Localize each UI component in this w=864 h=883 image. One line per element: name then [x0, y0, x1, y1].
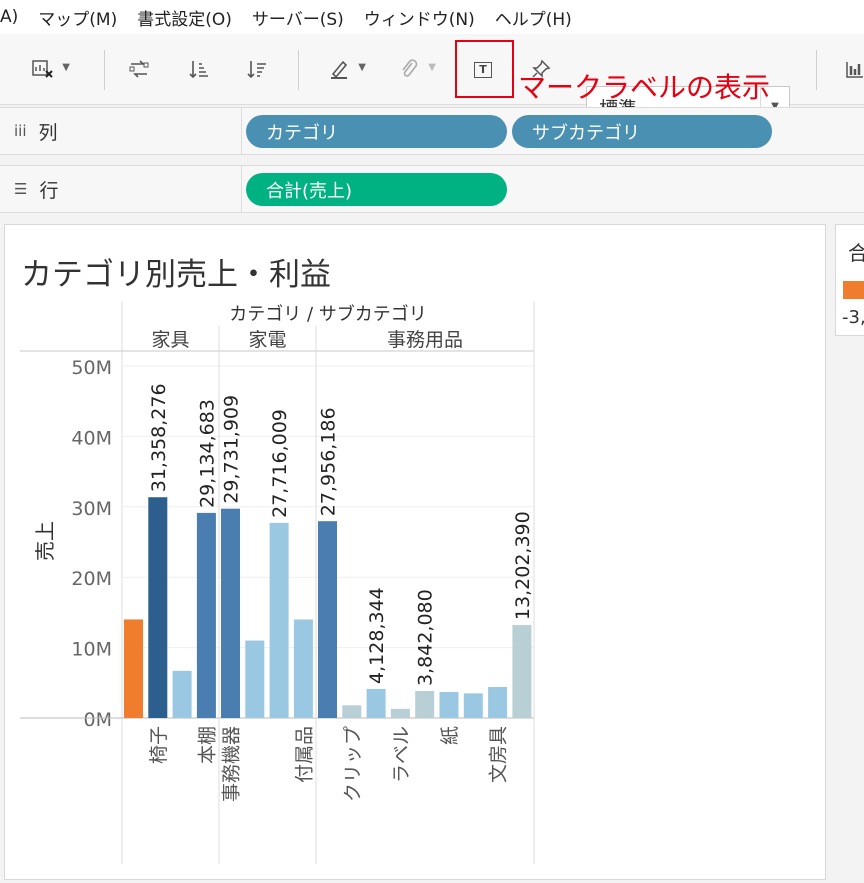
legend-title: 合: [848, 241, 864, 265]
swap-icon: [129, 60, 149, 78]
rows-icon: ☰: [14, 180, 28, 198]
columns-shelf-label: 列: [38, 121, 58, 144]
menu-item-map[interactable]: マップ(M): [28, 5, 127, 30]
pill-sum-sales[interactable]: 合計(売上): [246, 173, 507, 206]
clear-sheet-button[interactable]: ▼: [30, 56, 70, 82]
paperclip-icon: [402, 59, 418, 77]
menu-item-server[interactable]: サーバー(S): [242, 5, 354, 30]
sort-ascending-button[interactable]: [186, 56, 212, 82]
sort-descending-icon: [247, 61, 266, 79]
chevron-down-icon[interactable]: ▼: [62, 62, 70, 73]
menu-bar: A) マップ(M) 書式設定(O) サーバー(S) ウィンドウ(N) ヘルプ(H…: [0, 0, 864, 34]
color-legend: 合 -3,: [835, 224, 864, 336]
swap-rows-columns-button[interactable]: [126, 56, 152, 82]
show-mark-labels-button[interactable]: T: [474, 62, 492, 78]
text-label-icon: T: [479, 63, 487, 76]
bar-chart-icon: [846, 62, 863, 78]
sort-descending-button[interactable]: [244, 56, 270, 82]
viz-title: カテゴリ別売上・利益: [21, 257, 331, 293]
menu-item-analysis[interactable]: A): [0, 7, 28, 27]
highlight-button[interactable]: ▼: [326, 56, 366, 82]
pill-category[interactable]: カテゴリ: [246, 115, 507, 148]
toolbar-divider: [816, 50, 817, 90]
pill-subcategory[interactable]: サブカテゴリ: [512, 115, 772, 148]
columns-shelf: iii 列 カテゴリ サブカテゴリ: [0, 107, 864, 155]
menu-item-format[interactable]: 書式設定(O): [127, 5, 242, 30]
rows-shelf: ☰ 行 合計(売上): [0, 165, 864, 213]
highlighter-icon: [331, 60, 348, 79]
columns-icon: iii: [14, 122, 27, 140]
clear-sheet-icon: [32, 60, 53, 78]
toolbar-divider: [298, 50, 299, 90]
annotation-text: マークラベルの表示: [518, 71, 771, 104]
show-me-button[interactable]: [842, 56, 864, 82]
group-members-button[interactable]: ▼: [396, 56, 436, 82]
menu-item-help[interactable]: ヘルプ(H): [485, 5, 582, 30]
toolbar-divider: [104, 50, 105, 90]
legend-value: -3,: [842, 307, 864, 328]
viz-panel: カテゴリ別売上・利益: [4, 224, 826, 880]
chevron-down-icon[interactable]: ▼: [428, 62, 436, 73]
menu-item-window[interactable]: ウィンドウ(N): [354, 5, 485, 30]
legend-swatch: [843, 281, 864, 299]
sort-ascending-icon: [189, 61, 208, 79]
rows-shelf-label: 行: [39, 179, 59, 202]
chevron-down-icon[interactable]: ▼: [358, 62, 366, 73]
